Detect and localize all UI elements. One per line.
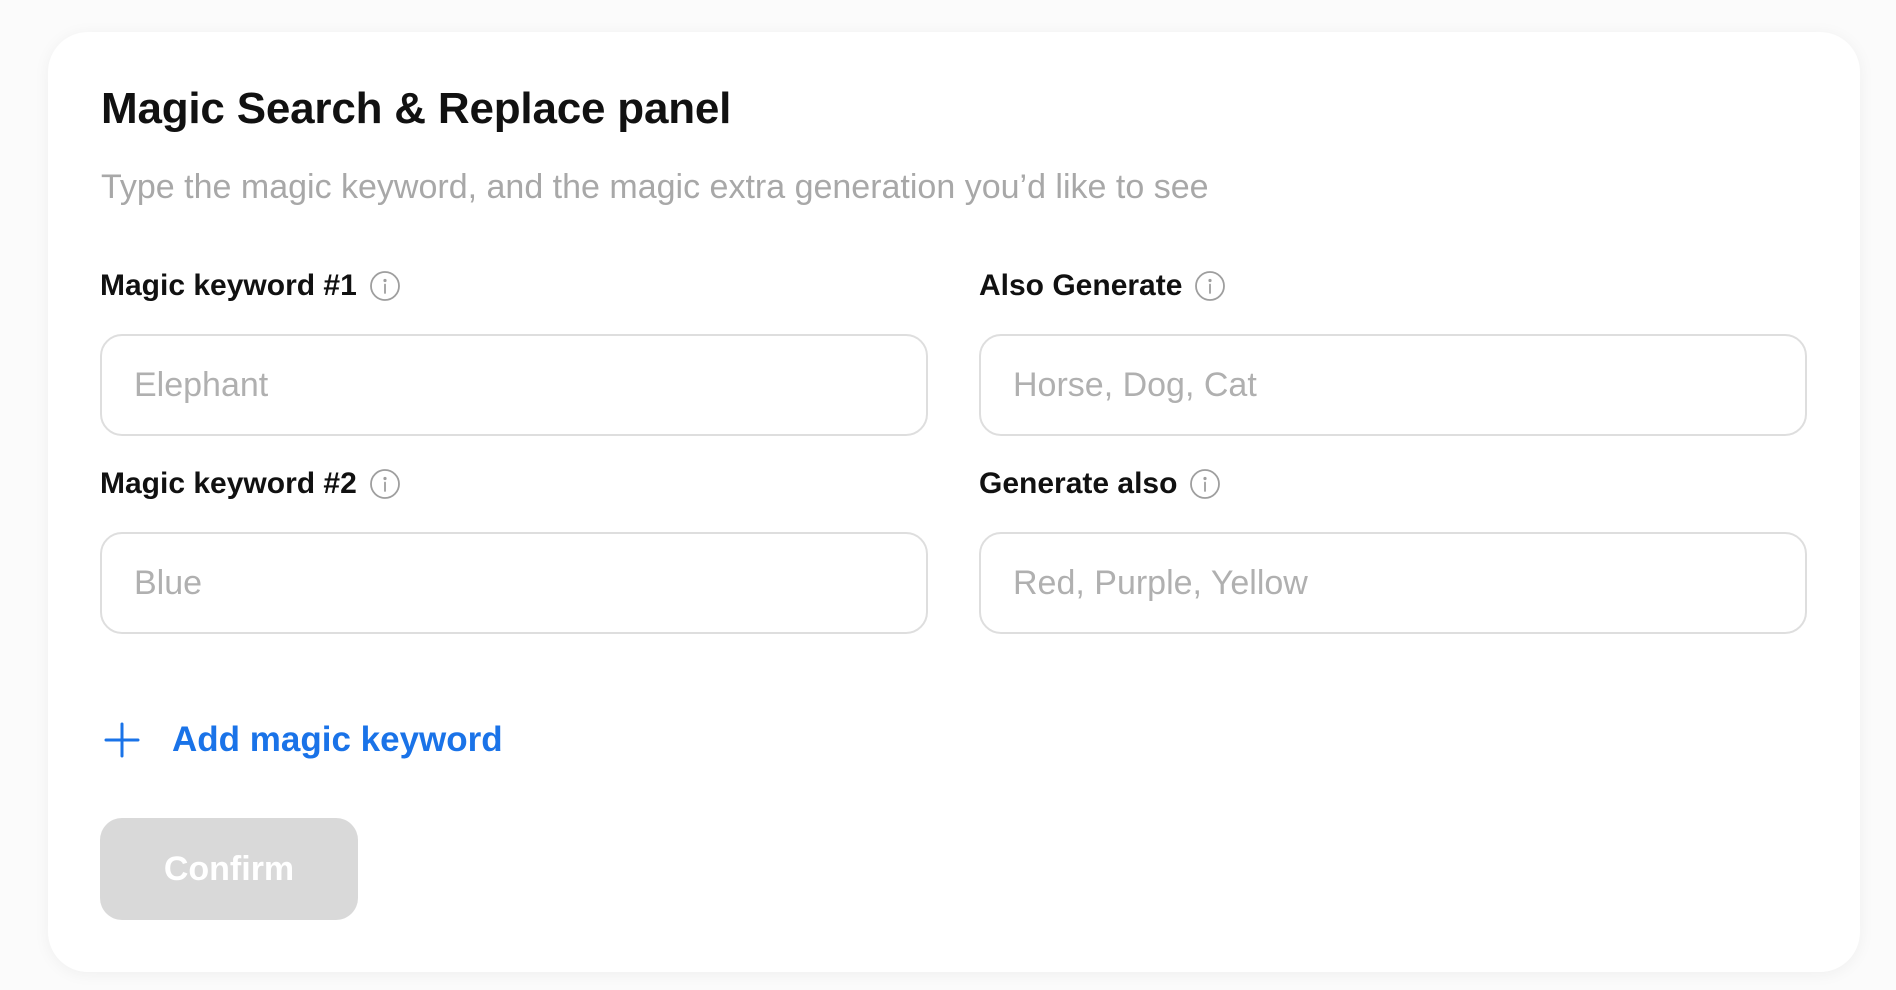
magic-keyword-2-input[interactable] bbox=[100, 532, 928, 634]
add-magic-keyword-label: Add magic keyword bbox=[172, 720, 503, 759]
info-icon[interactable] bbox=[1189, 468, 1221, 500]
also-generate-field: Also Generate bbox=[979, 264, 1807, 436]
add-magic-keyword-button[interactable]: Add magic keyword bbox=[102, 720, 503, 760]
magic-keyword-1-label: Magic keyword #1 bbox=[100, 269, 357, 302]
info-icon[interactable] bbox=[1194, 270, 1226, 302]
confirm-button[interactable]: Confirm bbox=[100, 818, 358, 920]
generate-also-label: Generate also bbox=[979, 467, 1178, 500]
magic-keyword-2-label: Magic keyword #2 bbox=[100, 467, 357, 500]
generate-also-field: Generate also bbox=[979, 462, 1807, 634]
plus-icon bbox=[102, 720, 142, 760]
magic-keyword-2-label-row: Magic keyword #2 bbox=[100, 462, 928, 506]
magic-keyword-2-field: Magic keyword #2 bbox=[100, 462, 928, 634]
generate-also-input[interactable] bbox=[979, 532, 1807, 634]
magic-keyword-1-label-row: Magic keyword #1 bbox=[100, 264, 928, 308]
panel-subtitle: Type the magic keyword, and the magic ex… bbox=[101, 168, 1209, 206]
panel-title: Magic Search & Replace panel bbox=[101, 84, 732, 133]
magic-keyword-1-field: Magic keyword #1 bbox=[100, 264, 928, 436]
also-generate-label: Also Generate bbox=[979, 269, 1183, 302]
generate-also-label-row: Generate also bbox=[979, 462, 1807, 506]
info-icon[interactable] bbox=[369, 468, 401, 500]
info-icon[interactable] bbox=[369, 270, 401, 302]
also-generate-label-row: Also Generate bbox=[979, 264, 1807, 308]
magic-keyword-1-input[interactable] bbox=[100, 334, 928, 436]
magic-search-replace-panel: Magic Search & Replace panel Type the ma… bbox=[48, 32, 1860, 972]
also-generate-input[interactable] bbox=[979, 334, 1807, 436]
